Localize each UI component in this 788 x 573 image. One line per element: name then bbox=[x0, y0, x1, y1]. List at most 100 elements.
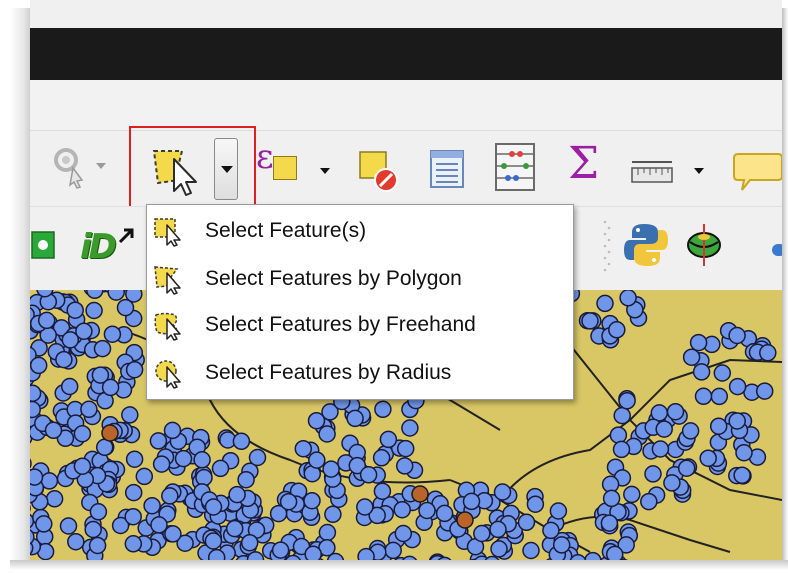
measure-line-icon[interactable] bbox=[630, 158, 676, 188]
point-feature bbox=[211, 459, 230, 478]
point-feature bbox=[522, 541, 540, 560]
point-feature bbox=[489, 520, 507, 539]
point-feature bbox=[681, 422, 700, 440]
point-feature bbox=[303, 491, 321, 510]
point-feature bbox=[394, 524, 413, 543]
map-tips-icon[interactable] bbox=[730, 150, 782, 194]
attribute-table-icon[interactable] bbox=[428, 148, 468, 192]
point-feature bbox=[80, 400, 98, 419]
point-feature bbox=[692, 363, 711, 381]
field-calculator-icon[interactable] bbox=[492, 140, 540, 196]
point-feature bbox=[135, 467, 154, 486]
point-feature bbox=[93, 339, 112, 358]
point-feature bbox=[393, 500, 411, 519]
point-feature bbox=[612, 440, 631, 459]
point-feature bbox=[733, 466, 751, 484]
point-feature bbox=[655, 420, 673, 438]
point-feature bbox=[103, 325, 122, 343]
point-feature bbox=[85, 301, 103, 320]
point-feature bbox=[86, 290, 104, 300]
point-feature bbox=[651, 440, 670, 458]
point-feature bbox=[232, 432, 251, 451]
select-by-expression-icon[interactable]: ε bbox=[256, 140, 274, 174]
point-feature bbox=[613, 406, 631, 425]
select-by-expression-square bbox=[273, 156, 297, 180]
point-feature bbox=[307, 411, 326, 430]
menu-item-select-features[interactable]: Select Feature(s) bbox=[147, 209, 573, 255]
point-feature bbox=[30, 356, 48, 375]
point-feature bbox=[728, 326, 746, 345]
point-feature bbox=[30, 468, 44, 486]
point-feature bbox=[322, 460, 340, 478]
globe-plugin-icon[interactable] bbox=[682, 222, 726, 268]
window-shadow-left bbox=[10, 8, 30, 563]
point-feature bbox=[73, 424, 92, 443]
partial-icon-right-edge bbox=[772, 244, 782, 256]
window-shadow-bottom bbox=[10, 560, 788, 570]
point-feature bbox=[384, 541, 402, 560]
point-feature bbox=[67, 532, 85, 551]
point-feature bbox=[228, 485, 246, 504]
identify-dropdown-arrow[interactable] bbox=[96, 163, 106, 169]
point-feature bbox=[66, 301, 84, 319]
point-feature bbox=[30, 400, 41, 419]
point-feature bbox=[395, 457, 414, 475]
point-feature bbox=[713, 364, 732, 382]
point-feature bbox=[195, 468, 213, 487]
point-feature bbox=[318, 425, 336, 443]
expression-dropdown-arrow[interactable] bbox=[320, 168, 330, 174]
menu-item-label: Select Feature(s) bbox=[205, 219, 367, 242]
measure-dropdown-arrow[interactable] bbox=[694, 168, 704, 174]
identify-plugin-arrow-icon bbox=[118, 228, 134, 244]
point-feature bbox=[600, 514, 619, 532]
select-rectangle-icon bbox=[154, 218, 181, 247]
point-feature bbox=[401, 419, 419, 437]
identify-features-icon[interactable] bbox=[50, 140, 90, 190]
menu-item-select-by-radius[interactable]: Select Features by Radius bbox=[147, 351, 573, 397]
point-feature bbox=[44, 421, 63, 440]
point-feature bbox=[584, 551, 602, 560]
point-feature bbox=[709, 417, 728, 435]
point-feature bbox=[640, 492, 658, 511]
point-feature bbox=[45, 490, 64, 508]
point-feature bbox=[75, 322, 93, 340]
point-feature bbox=[682, 348, 701, 366]
point-feature bbox=[163, 421, 182, 440]
menu-item-select-by-freehand[interactable]: Select Features by Freehand bbox=[147, 303, 573, 349]
point-feature bbox=[60, 377, 79, 396]
point-feature bbox=[650, 404, 669, 422]
point-feature bbox=[689, 333, 708, 352]
point-feature bbox=[124, 507, 142, 526]
point-feature bbox=[609, 426, 628, 444]
point-feature bbox=[308, 451, 326, 469]
python-console-icon[interactable] bbox=[624, 222, 668, 268]
menu-item-select-by-polygon[interactable]: Select Features by Polygon bbox=[147, 257, 573, 303]
green-plugin-icon[interactable] bbox=[30, 228, 58, 262]
statistical-summary-icon[interactable]: Σ bbox=[568, 142, 599, 186]
point-feature bbox=[161, 487, 179, 505]
toolbar-separator-handle bbox=[603, 220, 611, 272]
point-feature bbox=[677, 459, 696, 477]
point-feature bbox=[346, 409, 364, 428]
point-feature bbox=[619, 290, 637, 307]
point-feature bbox=[143, 496, 161, 515]
point-feature bbox=[623, 485, 641, 504]
select-tools-menu: Select Feature(s) Select Features by Pol… bbox=[146, 204, 574, 400]
point-feature bbox=[356, 498, 374, 516]
point-feature bbox=[473, 524, 491, 543]
point-feature bbox=[359, 466, 378, 484]
point-feature bbox=[89, 503, 108, 521]
point-feature bbox=[107, 290, 125, 301]
point-feature bbox=[225, 519, 244, 538]
point-feature bbox=[644, 465, 662, 483]
point-feature bbox=[581, 312, 599, 330]
point-feature bbox=[125, 360, 144, 379]
point-feature bbox=[237, 470, 255, 489]
point-feature bbox=[318, 523, 337, 542]
point-feature bbox=[240, 533, 259, 552]
deselect-features-icon[interactable] bbox=[356, 148, 400, 194]
point-feature bbox=[379, 430, 398, 449]
point-feature bbox=[728, 412, 746, 430]
point-feature bbox=[694, 387, 713, 406]
identify-plugin-icon[interactable]: iD bbox=[80, 230, 117, 264]
